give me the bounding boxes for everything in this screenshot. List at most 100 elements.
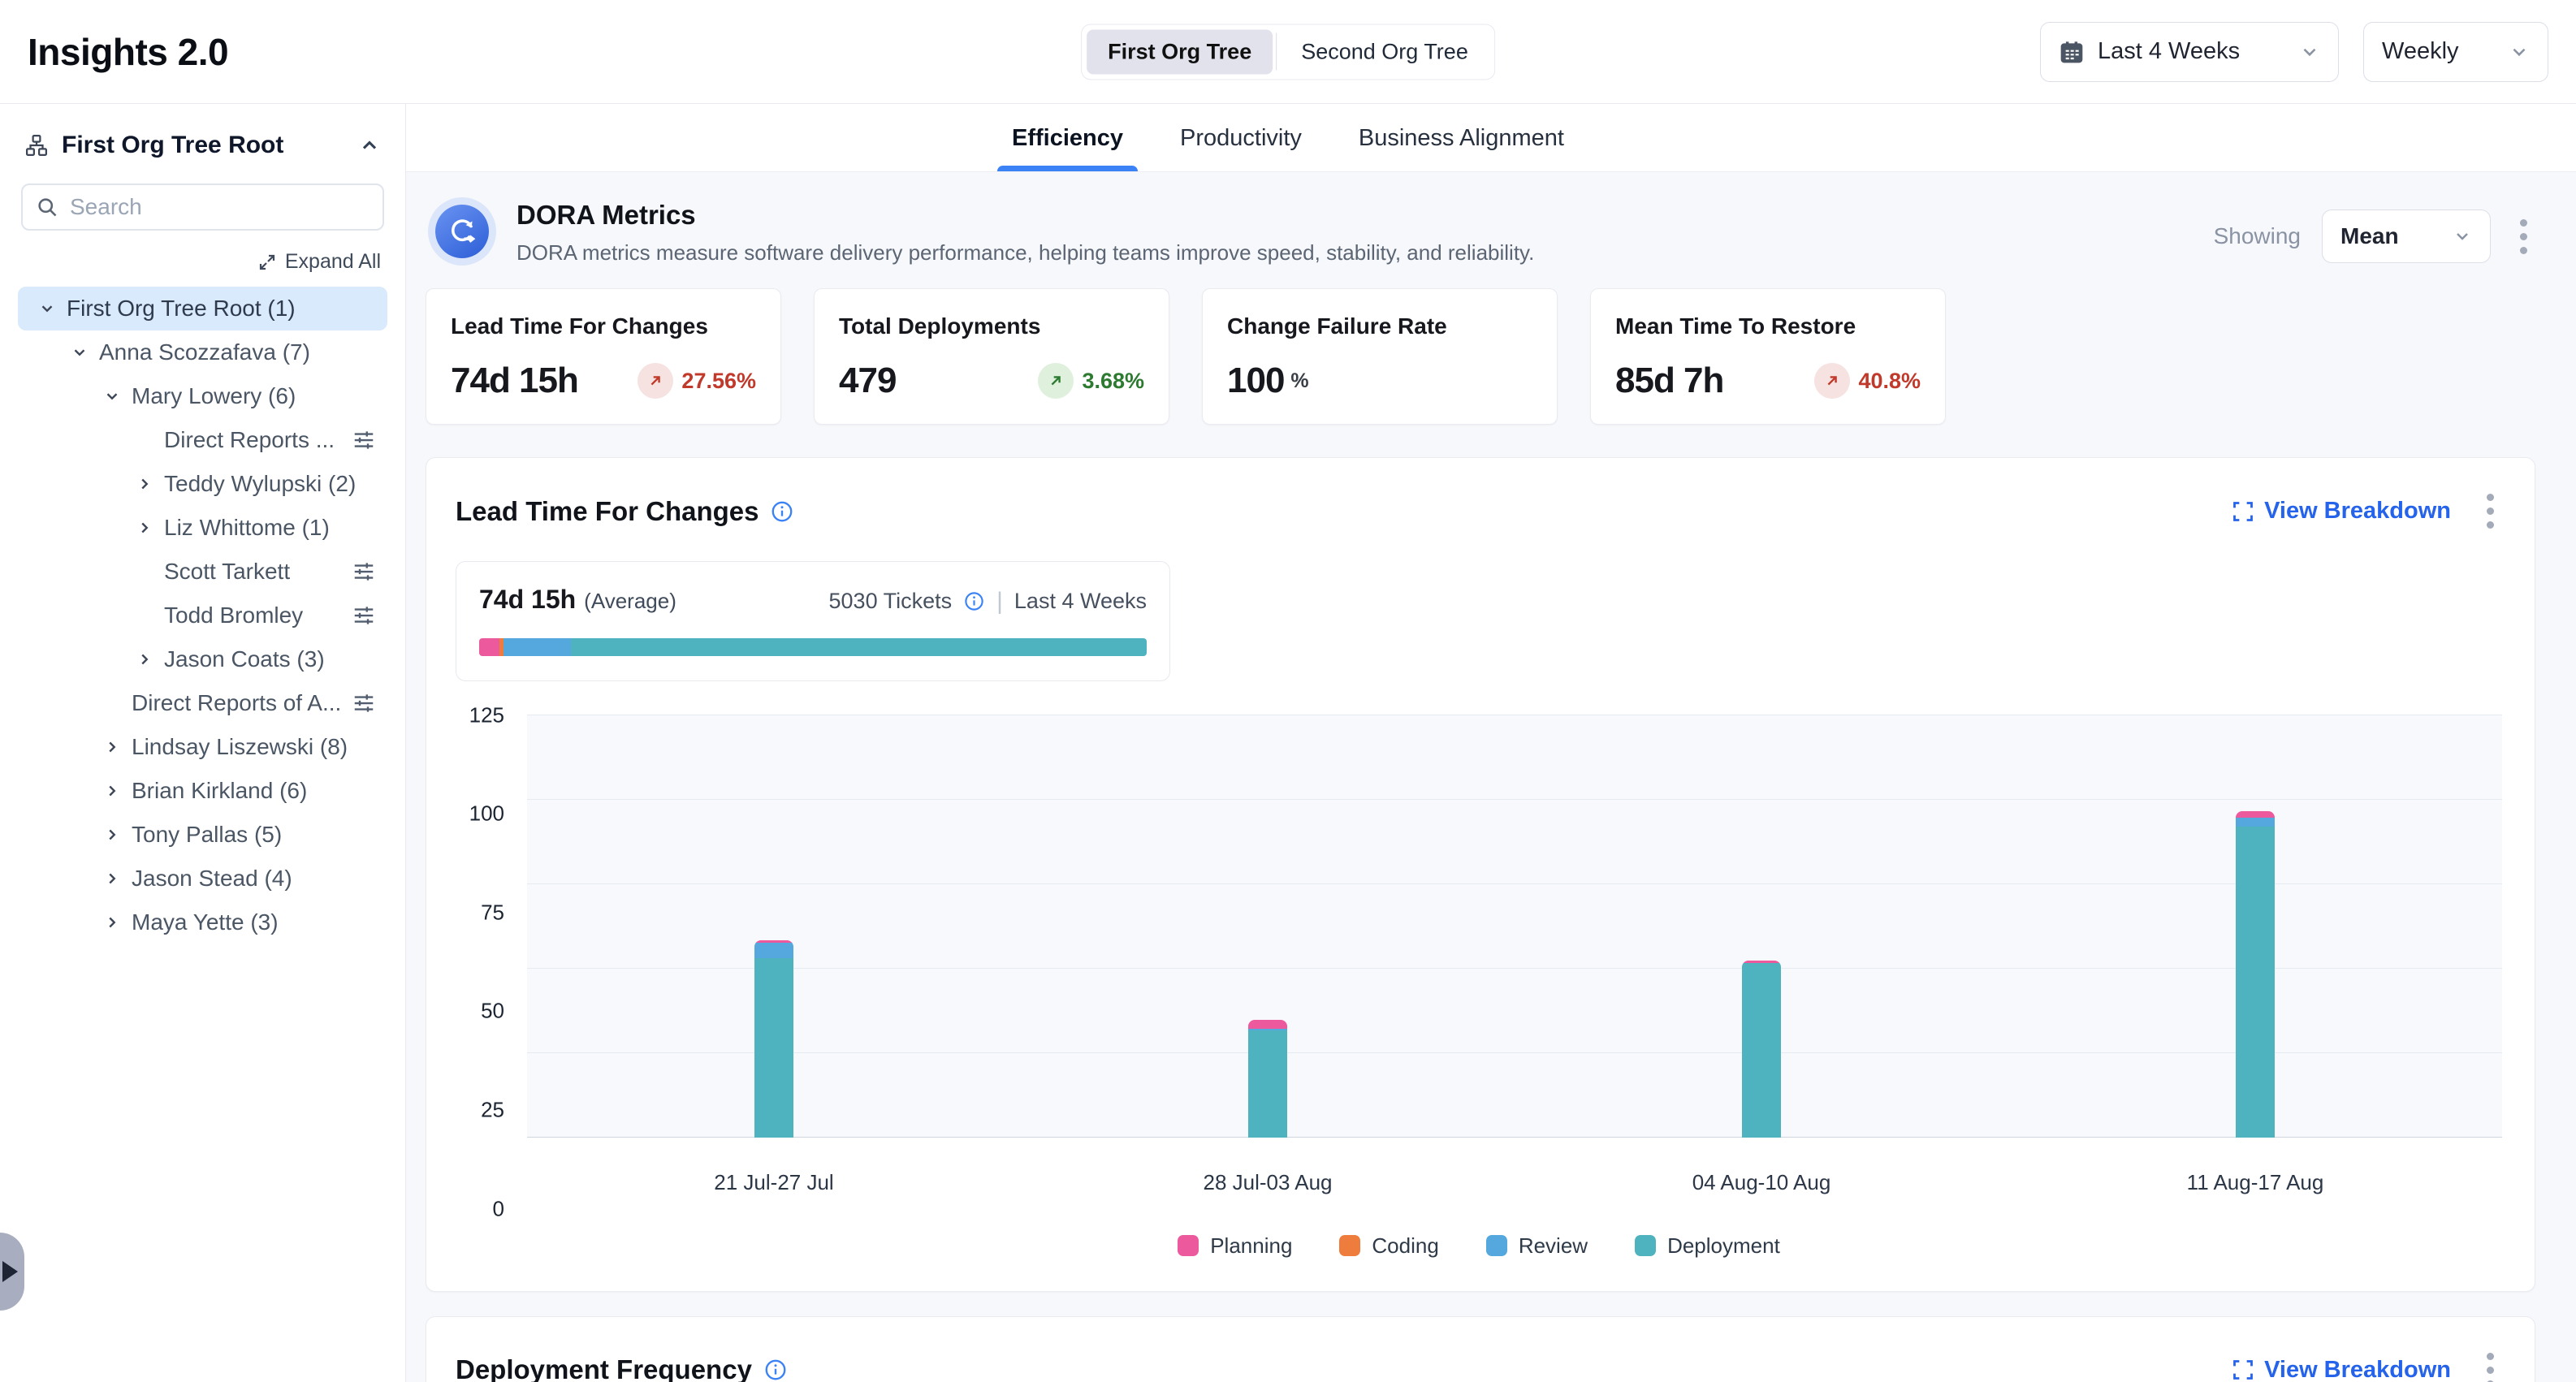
legend-item-review[interactable]: Review [1486,1233,1588,1259]
chevron-right-icon[interactable] [97,776,127,805]
ltfc-plot [527,715,2502,1138]
expand-diagonal-icon [257,253,277,272]
tab-bar: Efficiency Productivity Business Alignme… [406,104,2576,172]
stacked-bar[interactable] [754,715,793,1138]
expand-all-button[interactable]: Expand All [0,231,405,280]
toggle-divider [1276,33,1277,71]
tree-row[interactable]: Jason Coats (3) [18,637,387,681]
lead-time-kebab-menu[interactable] [2479,489,2502,533]
info-icon[interactable] [763,1358,788,1382]
org-chart-icon [24,133,49,158]
tree-row[interactable]: Jason Stead (4) [18,857,387,900]
view-breakdown-button[interactable]: View Breakdown [2232,1357,2451,1382]
tree-row[interactable]: Maya Yette (3) [18,900,387,944]
tree-row[interactable]: Todd Bromley [18,594,387,637]
metric-cards-row: Lead Time For Changes74d 15h27.56%Total … [426,288,2535,425]
showing-select[interactable]: Mean [2322,209,2491,263]
chevron-right-icon[interactable] [130,513,159,542]
filter-sliders-icon[interactable] [352,691,376,715]
tree-indent-spacer [130,601,159,630]
toggle-first-org-tree[interactable]: First Org Tree [1087,29,1273,74]
tree-indent-spacer [130,425,159,455]
tree-row[interactable]: Direct Reports of A... [18,681,387,725]
date-range-select[interactable]: Last 4 Weeks [2040,22,2339,82]
summary-tickets: 5030 Tickets [829,589,953,614]
chevron-down-icon[interactable] [32,294,62,323]
tree-row[interactable]: Lindsay Liszewski (8) [18,725,387,769]
sidebar-flyout-toggle[interactable] [0,1233,24,1311]
summary-period: Last 4 Weeks [1014,589,1147,614]
info-icon[interactable] [963,590,985,612]
tree-item-label: Tony Pallas (5) [132,822,282,848]
chevron-right-icon[interactable] [97,732,127,762]
lead-time-summary: 74d 15h (Average) 5030 Tickets | Last 4 … [456,561,1170,681]
metric-value: 74d 15h [451,361,578,401]
tree-row[interactable]: First Org Tree Root (1) [18,287,387,330]
chevron-right-icon[interactable] [97,864,127,893]
chevron-down-icon[interactable] [97,382,127,411]
legend-swatch [1486,1235,1507,1256]
y-tick-label: 50 [481,999,504,1024]
bar-segment-deployment [1248,1030,1287,1137]
chevron-right-icon[interactable] [97,908,127,937]
search-input[interactable] [70,194,370,220]
legend-item-deployment[interactable]: Deployment [1635,1233,1780,1259]
filter-sliders-icon[interactable] [352,559,376,584]
legend-item-planning[interactable]: Planning [1178,1233,1292,1259]
metric-card: Total Deployments4793.68% [814,288,1169,425]
chart-y-axis: 0255075100125 [456,715,517,1209]
tree-row[interactable]: Anna Scozzafava (7) [18,330,387,374]
lead-time-panel-title: Lead Time For Changes [456,496,794,527]
stacked-bar[interactable] [1248,715,1287,1138]
tree-row[interactable]: Teddy Wylupski (2) [18,462,387,506]
chevron-right-icon[interactable] [130,469,159,499]
dora-kebab-menu[interactable] [2512,214,2535,259]
chevron-down-icon[interactable] [65,338,94,367]
tree-item-label: Scott Tarkett [164,559,290,585]
expand-corners-icon [2232,500,2254,523]
info-icon[interactable] [770,499,794,524]
metric-label: Lead Time For Changes [451,313,756,339]
x-tick-label: 28 Jul-03 Aug [1203,1170,1332,1195]
expand-corners-icon [2232,1358,2254,1381]
legend-swatch [1178,1235,1199,1256]
legend-label: Coding [1372,1233,1438,1259]
main-area: Efficiency Productivity Business Alignme… [406,104,2576,1382]
x-tick-label: 04 Aug-10 Aug [1692,1170,1831,1195]
tree-row[interactable]: Tony Pallas (5) [18,813,387,857]
bar-segment-review [754,943,793,958]
granularity-value: Weekly [2382,38,2459,65]
stacked-bar[interactable] [1742,715,1781,1138]
tree-row[interactable]: Brian Kirkland (6) [18,769,387,813]
tree-row[interactable]: Liz Whittome (1) [18,506,387,550]
y-tick-label: 0 [493,1196,504,1221]
tab-productivity[interactable]: Productivity [1178,125,1303,171]
tab-efficiency[interactable]: Efficiency [1010,125,1125,171]
sidebar-search [21,184,384,231]
distribution-segment-planning [479,638,499,656]
granularity-select[interactable]: Weekly [2363,22,2548,82]
stacked-bar[interactable] [2236,715,2275,1138]
view-breakdown-button[interactable]: View Breakdown [2232,498,2451,525]
toggle-second-org-tree[interactable]: Second Org Tree [1280,29,1489,74]
tree-item-label: Todd Bromley [164,602,303,628]
deployment-frequency-kebab-menu[interactable] [2479,1348,2502,1382]
gridline [527,799,2502,800]
legend-item-coding[interactable]: Coding [1339,1233,1438,1259]
tree-row[interactable]: Mary Lowery (6) [18,374,387,418]
metric-label: Total Deployments [839,313,1144,339]
tree-row[interactable]: Direct Reports ... [18,418,387,462]
bar-segment-deployment [1742,963,1781,1137]
tab-business-alignment[interactable]: Business Alignment [1357,125,1566,171]
filter-sliders-icon[interactable] [352,603,376,628]
summary-value: 74d 15h [479,585,576,615]
filter-sliders-icon[interactable] [352,428,376,452]
trend-arrow-icon [1038,363,1074,399]
deployment-frequency-panel: Deployment Frequency [426,1316,2535,1382]
showing-label: Showing [2214,223,2301,249]
chevron-right-icon[interactable] [130,645,159,674]
gridline [527,968,2502,969]
tree-row[interactable]: Scott Tarkett [18,550,387,594]
collapse-sidebar-chevron-up-icon[interactable] [358,134,381,157]
chevron-right-icon[interactable] [97,820,127,849]
